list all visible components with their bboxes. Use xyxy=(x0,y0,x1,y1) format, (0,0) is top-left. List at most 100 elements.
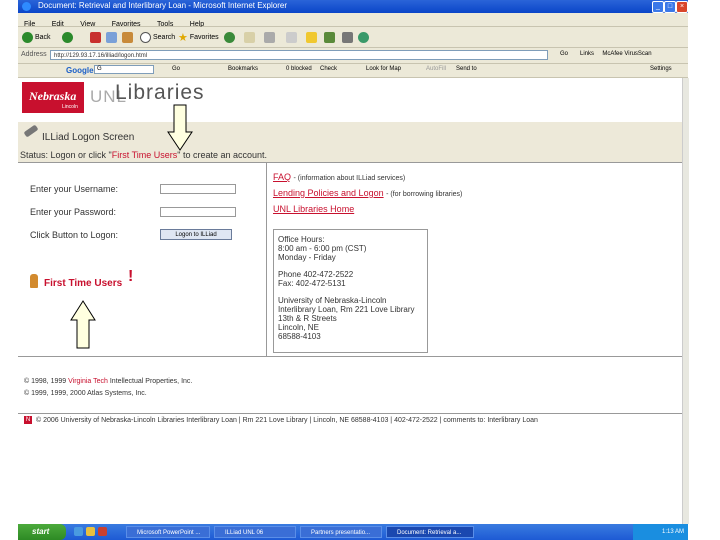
address-bar: Address http://129.93.17.16/illiad/logon… xyxy=(18,48,688,64)
task-illiad[interactable]: ILLiad UNL 06 xyxy=(214,526,296,538)
quicklaunch-app-icon[interactable] xyxy=(98,527,107,536)
virginia-tech-link[interactable]: Virginia Tech xyxy=(68,378,108,385)
mcafee-label[interactable]: McAfee VirusScan xyxy=(602,51,651,57)
quicklaunch-folder-icon[interactable] xyxy=(86,527,95,536)
print-icon xyxy=(264,31,275,43)
refresh-button[interactable] xyxy=(106,30,117,44)
print-button[interactable] xyxy=(264,30,275,44)
forward-arrow-icon xyxy=(62,31,73,43)
password-label: Enter your Password: xyxy=(30,207,117,217)
history-icon xyxy=(224,31,235,43)
pencil-icon xyxy=(23,124,39,138)
ie-logo-icon xyxy=(22,2,31,11)
lending-policies-link[interactable]: Lending Policies and Logon xyxy=(273,188,384,198)
logon-prompt: Click Button to Logon: xyxy=(30,230,119,240)
home-icon xyxy=(122,31,133,43)
policies-row: Lending Policies and Logon - (for borrow… xyxy=(273,188,463,198)
star-icon: ★ xyxy=(178,31,188,44)
home-row: UNL Libraries Home xyxy=(273,204,354,214)
search-button[interactable]: Search xyxy=(140,30,175,44)
taskbar: start Microsoft PowerPoint ... ILLiad UN… xyxy=(18,524,688,540)
google-toolbar: Google G Go Bookmarks 0 blocked Check Lo… xyxy=(18,64,688,78)
mail-button[interactable] xyxy=(244,30,255,44)
folder-button[interactable] xyxy=(306,30,317,44)
office-info-box: Office Hours: 8:00 am - 6:00 pm (CST) Mo… xyxy=(273,229,428,353)
close-button[interactable]: × xyxy=(676,1,688,13)
folder-icon xyxy=(306,31,317,43)
quicklaunch-ie-icon[interactable] xyxy=(74,527,83,536)
popup-blocked-button[interactable]: 0 blocked xyxy=(286,66,312,72)
libraries-home-link[interactable]: UNL Libraries Home xyxy=(273,204,354,214)
task-document-retrieval[interactable]: Document: Retrieval a... xyxy=(386,526,474,538)
task-powerpoint[interactable]: Microsoft PowerPoint ... xyxy=(126,526,210,538)
nebraska-logo[interactable]: Nebraska Lincoln xyxy=(22,82,84,113)
search-icon xyxy=(140,31,151,43)
plugin-button[interactable] xyxy=(358,30,369,44)
stop-button[interactable] xyxy=(90,30,101,44)
home-button[interactable] xyxy=(122,30,133,44)
refresh-icon xyxy=(106,31,117,43)
username-label: Enter your Username: xyxy=(30,184,119,194)
copyright-line-1: © 1998, 1999 Virginia Tech Intellectual … xyxy=(24,378,193,385)
faq-link[interactable]: FAQ xyxy=(273,172,291,182)
go-button[interactable]: Go xyxy=(560,51,568,57)
messenger-icon xyxy=(342,31,353,43)
address-label: Address xyxy=(21,51,47,58)
google-logo: Google xyxy=(66,66,94,75)
faq-row: FAQ - (information about ILLiad services… xyxy=(273,172,406,182)
logon-form: Enter your Username: Enter your Password… xyxy=(18,162,267,356)
google-search-input[interactable]: G xyxy=(94,65,154,74)
unl-n-icon: N xyxy=(24,416,32,424)
plugin-icon xyxy=(358,31,369,43)
bookmarks-button[interactable]: Bookmarks xyxy=(228,66,258,72)
back-arrow-icon xyxy=(22,31,33,43)
edit-icon xyxy=(286,31,297,43)
maximize-button[interactable]: □ xyxy=(664,1,676,13)
edit-button[interactable] xyxy=(286,30,297,44)
settings-button[interactable]: Settings xyxy=(650,66,672,72)
stop-icon xyxy=(90,31,101,43)
links-button[interactable]: Links McAfee VirusScan xyxy=(580,51,652,57)
down-arrow-annotation xyxy=(167,104,193,151)
google-go-button[interactable]: Go xyxy=(172,66,180,72)
start-button[interactable]: start xyxy=(18,524,66,540)
check-button[interactable]: Check xyxy=(320,66,337,72)
logon-button[interactable]: Logon to ILLiad xyxy=(160,229,232,240)
system-tray: 1:13 AM xyxy=(633,524,688,540)
user-icon xyxy=(30,274,38,288)
browser-window: Document: Retrieval and Interlibrary Loa… xyxy=(18,0,689,540)
task-partners[interactable]: Partners presentatio... xyxy=(300,526,382,538)
footer: N © 2006 University of Nebraska-Lincoln L… xyxy=(24,416,538,424)
divider xyxy=(18,356,682,357)
library-banner: Nebraska Lincoln UNL Libraries xyxy=(18,78,682,122)
favorites-button[interactable]: ★ Favorites xyxy=(178,30,219,44)
password-input[interactable] xyxy=(160,207,236,217)
standard-toolbar: Back Search ★ Favorites xyxy=(18,27,688,48)
mail-icon xyxy=(244,31,255,43)
title-bar: Document: Retrieval and Interlibrary Loa… xyxy=(18,0,688,13)
footer-divider xyxy=(18,413,682,414)
minimize-button[interactable]: _ xyxy=(652,1,664,13)
back-button[interactable]: Back xyxy=(22,30,51,44)
research-button[interactable] xyxy=(324,30,335,44)
copyright-line-2: © 1999, 1999, 2000 Atlas Systems, Inc. xyxy=(24,390,147,397)
libraries-label: Libraries xyxy=(115,81,205,104)
send-to-button[interactable]: Send to xyxy=(456,66,477,72)
status-text: Status: Logon or click "First Time Users… xyxy=(20,150,268,160)
vertical-scrollbar[interactable] xyxy=(682,78,689,524)
address-input[interactable]: http://129.93.17.16/illiad/logon.html xyxy=(50,50,548,60)
page-content: Nebraska Lincoln UNL Libraries ILLiad Lo… xyxy=(18,78,682,524)
forward-button[interactable] xyxy=(62,30,73,44)
first-time-users-link[interactable]: First Time Users xyxy=(44,278,122,289)
page-title-band: ILLiad Logon Screen xyxy=(18,122,682,150)
clock[interactable]: 1:13 AM xyxy=(662,529,684,535)
up-arrow-annotation xyxy=(70,300,96,349)
autofill-button[interactable]: AutoFill xyxy=(426,66,446,72)
menu-bar: File Edit View Favorites Tools Help xyxy=(18,13,688,28)
exclamation-mark: ! xyxy=(128,268,134,285)
research-icon xyxy=(324,31,335,43)
history-button[interactable] xyxy=(224,30,235,44)
messenger-button[interactable] xyxy=(342,30,353,44)
look-for-map-button[interactable]: Look for Map xyxy=(366,66,401,72)
username-input[interactable] xyxy=(160,184,236,194)
